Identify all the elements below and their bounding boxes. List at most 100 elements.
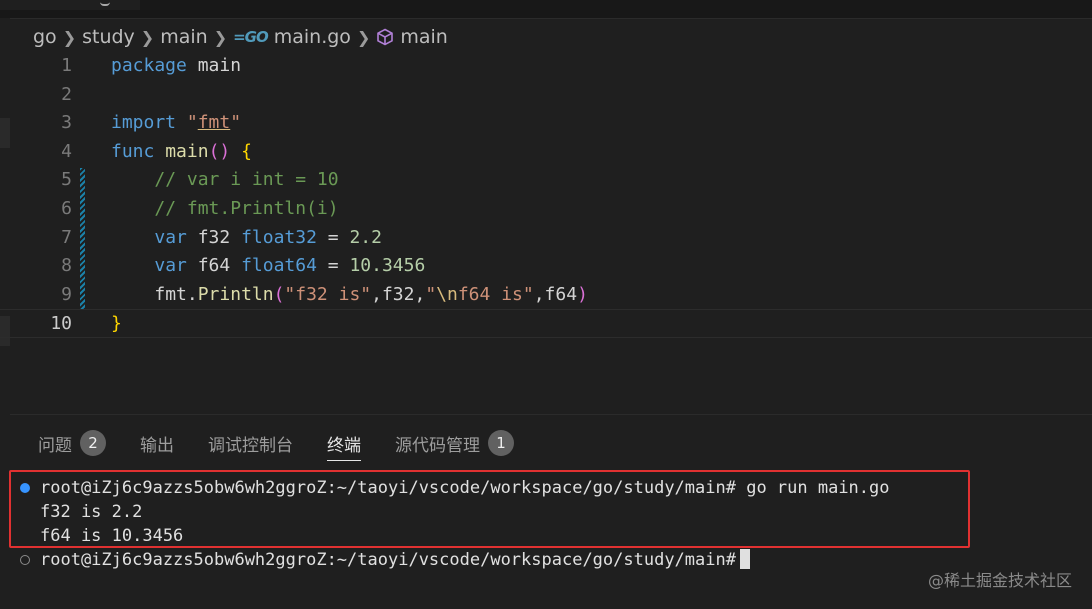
token-comment: // fmt.Println(i) — [154, 198, 339, 219]
code-line[interactable]: 3 import "fmt" — [0, 109, 1092, 138]
code-text: // fmt.Println(i) — [111, 195, 339, 224]
code-text: func main() { — [111, 138, 252, 167]
token-keyword: var — [154, 226, 187, 248]
tab-output[interactable]: 输出 — [140, 428, 174, 458]
token-identifier: main — [186, 55, 242, 76]
breadcrumb-item-symbol[interactable]: main — [400, 26, 447, 48]
line-number-active: 10 — [50, 313, 72, 335]
breadcrumb-item-study[interactable]: study — [82, 26, 135, 48]
line-number: 9 — [61, 283, 72, 305]
code-text: import "fmt" — [111, 109, 241, 138]
line-number: 8 — [61, 255, 72, 277]
line-number: 1 — [61, 55, 72, 76]
line-number: 6 — [61, 198, 72, 219]
highlight-box — [9, 470, 970, 548]
tab-problems[interactable]: 问题 2 — [38, 428, 106, 458]
token-args: ,f64 — [533, 283, 578, 305]
token-keyword: var — [154, 255, 187, 277]
chevron-right-icon: ❯ — [62, 27, 77, 47]
panel-divider[interactable] — [10, 414, 1092, 415]
token-string: " — [230, 112, 242, 134]
token-string: fmt — [197, 112, 231, 134]
tab-label: 问题 — [38, 435, 72, 456]
code-text: fmt.Println("f32 is",f32,"\nf64 is",f64) — [111, 281, 588, 310]
breadcrumb-item-go[interactable]: go — [33, 26, 57, 48]
code-line[interactable]: 5 // var i int = 10 — [0, 166, 1092, 195]
code-line[interactable]: 4 func main() { — [0, 138, 1092, 167]
tab-debug-console[interactable]: 调试控制台 — [208, 428, 293, 458]
token-bracket: () — [208, 140, 231, 162]
token-bracket: } — [111, 313, 122, 335]
code-line[interactable]: 2 — [0, 81, 1092, 110]
editor-tab-stub[interactable] — [0, 0, 140, 10]
token-type: float64 — [241, 255, 317, 277]
token-identifier: f64 — [186, 255, 242, 277]
watermark: @稀土掘金技术社区 — [927, 571, 1072, 590]
tab-terminal[interactable]: 终端 — [327, 428, 361, 461]
tab-label: 终端 — [327, 435, 361, 456]
code-text: // var i int = 10 — [111, 166, 339, 195]
tab-source-control[interactable]: 源代码管理 1 — [395, 428, 514, 458]
code-text: var f64 float64 = 10.3456 — [111, 252, 425, 281]
code-line[interactable]: 9 fmt.Println("f32 is",f32,"\nf64 is",f6… — [0, 281, 1092, 310]
token-number: 2.2 — [349, 226, 382, 248]
terminal-prompt: root@iZj6c9azzs5obw6wh2ggroZ:~/taoyi/vsc… — [40, 550, 736, 570]
token-string: " — [425, 283, 437, 305]
chevron-right-icon: ❯ — [213, 27, 228, 47]
terminal-prompt-line[interactable]: root@iZj6c9azzs5obw6wh2ggroZ:~/taoyi/vsc… — [40, 548, 750, 572]
token-bracket: { — [241, 140, 252, 162]
line-number: 3 — [61, 112, 72, 134]
token-number: 10.3456 — [349, 255, 426, 277]
token-keyword: package — [111, 55, 187, 76]
top-strip — [0, 0, 1092, 19]
breadcrumb-item-main-folder[interactable]: main — [160, 26, 207, 48]
token-operator: = — [316, 226, 350, 248]
code-line[interactable]: 8 var f64 float64 = 10.3456 — [0, 252, 1092, 281]
token-identifier: f32 — [186, 226, 242, 248]
token-function: Println — [197, 283, 274, 305]
code-text: package main — [111, 52, 241, 81]
token-keyword: import — [111, 112, 177, 134]
token-package: fmt — [154, 283, 187, 305]
token-string: " — [186, 112, 198, 134]
token-type: float32 — [241, 226, 317, 248]
panel-tab-bar: 问题 2 输出 调试控制台 终端 源代码管理 1 — [38, 428, 548, 461]
code-line[interactable]: 1 package main — [0, 52, 1092, 81]
problems-count-badge: 2 — [80, 430, 106, 456]
token-dot: . — [186, 283, 198, 305]
code-text: var f32 float32 = 2.2 — [111, 224, 382, 253]
code-editor[interactable]: 1 package main 2 3 import "fmt" 4 func m… — [0, 52, 1092, 402]
code-line[interactable]: 7 var f32 float32 = 2.2 — [0, 224, 1092, 253]
tab-fragment — [100, 0, 110, 6]
breadcrumb: go ❯ study ❯ main ❯ =GO main.go ❯ main — [33, 24, 448, 50]
token-args: ,f32, — [371, 283, 426, 305]
token-string: "f32 is" — [284, 283, 372, 305]
tab-label: 源代码管理 — [395, 435, 480, 456]
token-function: main — [165, 140, 209, 162]
line-number: 2 — [61, 83, 72, 105]
terminal-cursor — [739, 549, 750, 569]
chevron-right-icon: ❯ — [140, 27, 155, 47]
command-pending-decoration-icon[interactable] — [20, 555, 30, 565]
code-line-current[interactable]: 10 } — [0, 309, 1092, 338]
line-number: 4 — [61, 140, 72, 162]
line-number: 5 — [61, 169, 72, 191]
source-control-count-badge: 1 — [488, 430, 514, 456]
token-bracket: ( — [273, 283, 285, 305]
cube-symbol-icon — [377, 28, 394, 46]
token-escape: \n — [436, 283, 458, 305]
token-comment: // var i int = 10 — [154, 169, 339, 191]
code-text: } — [111, 310, 122, 339]
breadcrumb-item-file[interactable]: main.go — [274, 26, 351, 48]
token-operator: = — [316, 255, 350, 277]
code-line[interactable]: 6 // fmt.Println(i) — [0, 195, 1092, 224]
tab-label: 输出 — [140, 435, 174, 456]
token-bracket: ) — [577, 283, 588, 305]
